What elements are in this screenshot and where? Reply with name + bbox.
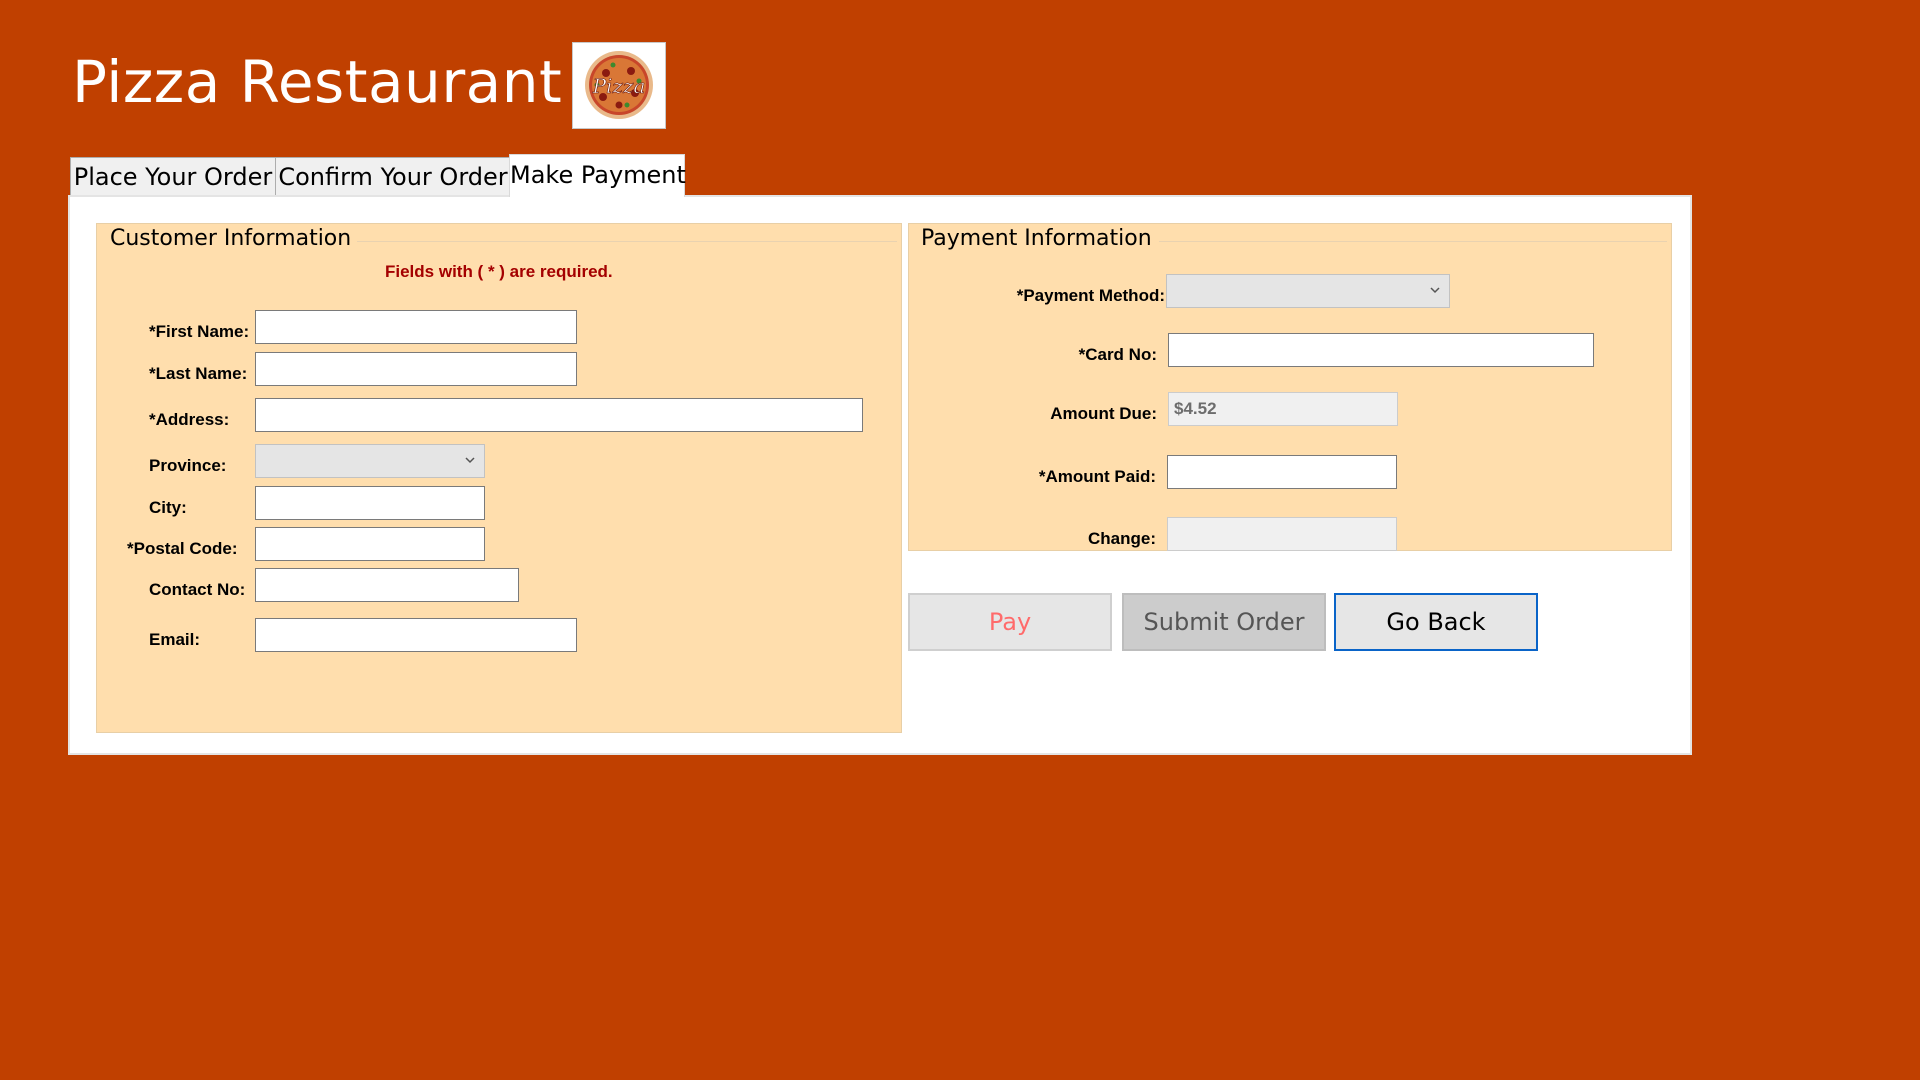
payment-fields-lower: *Amount Paid: Change:	[908, 223, 1672, 551]
group-divider	[357, 241, 897, 242]
tab-place-your-order[interactable]: Place Your Order	[70, 157, 276, 195]
email-field[interactable]	[255, 618, 577, 652]
first-name-label: *First Name:	[149, 322, 250, 341]
city-label: City:	[149, 498, 187, 517]
pay-button[interactable]: Pay	[908, 593, 1112, 651]
last-name-field[interactable]	[255, 352, 577, 386]
first-name-field[interactable]	[255, 310, 577, 344]
email-label: Email:	[149, 630, 201, 649]
contact-no-label: Contact No:	[149, 580, 246, 599]
submit-order-button[interactable]: Submit Order	[1122, 593, 1326, 651]
pizza-logo-icon: Pizza	[572, 42, 666, 129]
change-label: Change:	[1088, 529, 1156, 548]
tab-page-make-payment: Customer Information Fields with ( * ) a…	[68, 195, 1692, 755]
tab-confirm-your-order[interactable]: Confirm Your Order	[275, 157, 511, 195]
required-fields-note: Fields with ( * ) are required.	[385, 262, 613, 281]
contact-no-field[interactable]	[255, 568, 519, 602]
go-back-button[interactable]: Go Back	[1334, 593, 1538, 651]
address-field[interactable]	[255, 398, 863, 432]
address-label: *Address:	[149, 410, 230, 429]
change-field	[1167, 517, 1397, 551]
last-name-label: *Last Name:	[149, 364, 248, 383]
amount-paid-field[interactable]	[1167, 455, 1397, 489]
postal-code-field[interactable]	[255, 527, 485, 561]
group-title: Customer Information	[110, 226, 352, 251]
customer-information-group: Customer Information Fields with ( * ) a…	[96, 223, 902, 733]
svg-text:Pizza: Pizza	[592, 74, 646, 98]
tab-make-payment[interactable]: Make Payment	[509, 154, 686, 197]
chevron-down-icon	[465, 457, 475, 464]
province-select[interactable]	[255, 444, 485, 478]
amount-paid-label: *Amount Paid:	[1038, 467, 1156, 486]
city-field[interactable]	[255, 486, 485, 520]
province-label: Province:	[149, 456, 227, 475]
app-title: Pizza Restaurant	[72, 48, 563, 116]
postal-code-label: *Postal Code:	[127, 539, 238, 558]
